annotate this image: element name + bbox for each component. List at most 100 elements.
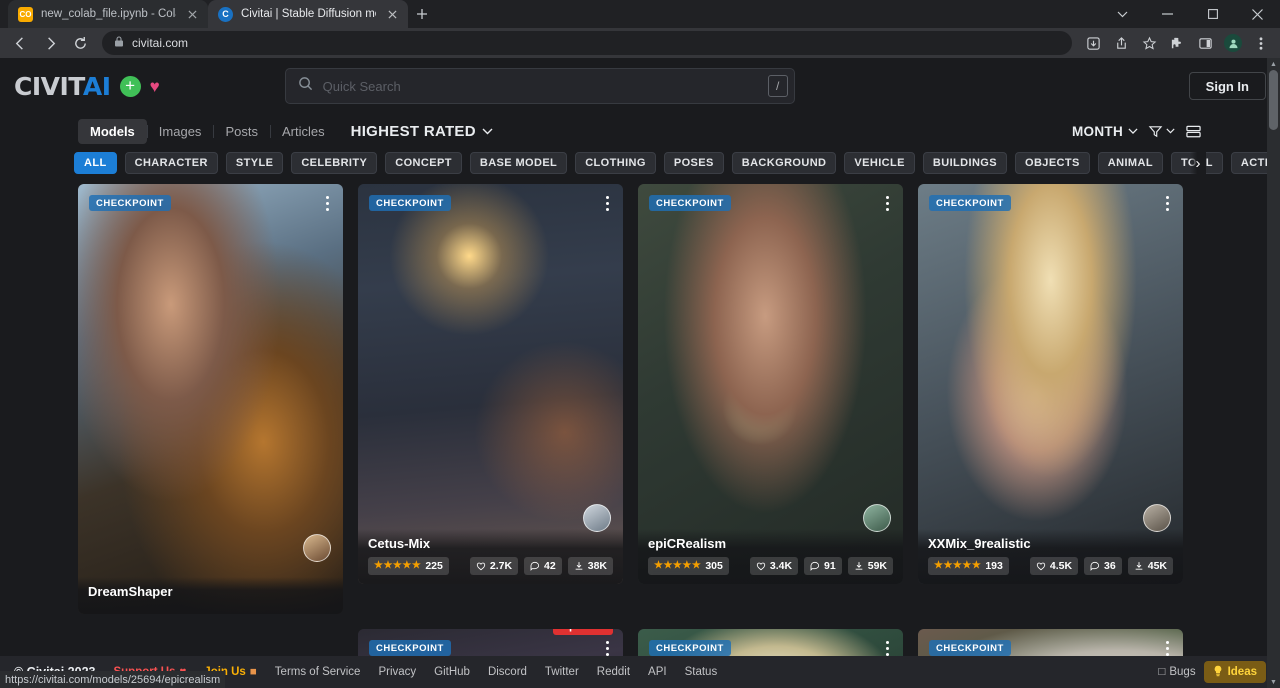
chip-style[interactable]: STYLE (226, 152, 283, 174)
install-app-icon[interactable] (1080, 30, 1106, 56)
chip-clothing[interactable]: CLOTHING (575, 152, 656, 174)
browser-tab-civitai[interactable]: C Civitai | Stable Diffusion models, (208, 0, 408, 28)
model-title: Cetus-Mix (368, 536, 613, 551)
footer-link-twitter[interactable]: Twitter (545, 666, 579, 678)
rating-stars: ★★★★★ (934, 561, 981, 571)
downloads-pill: 38K (568, 557, 613, 575)
footer-link-reddit[interactable]: Reddit (597, 666, 630, 678)
period-dropdown[interactable]: MONTH (1072, 124, 1138, 139)
card-more-menu-icon[interactable] (880, 192, 894, 214)
page-content: CIVITAI + ♥ Quick Search / Sign In Model… (0, 58, 1280, 688)
tab-search-chevron-icon[interactable] (1100, 0, 1145, 28)
heart-icon (476, 561, 486, 571)
sign-in-button[interactable]: Sign In (1189, 72, 1266, 100)
browser-tab-strip: CO new_colab_file.ipynb - Colaborat C Ci… (0, 0, 1280, 28)
category-chips-row[interactable]: ALL CHARACTER STYLE CELEBRITY CONCEPT BA… (0, 148, 1280, 178)
quick-search-box[interactable]: Quick Search / (285, 68, 795, 104)
window-close-icon[interactable] (1235, 0, 1280, 28)
comments-pill: 36 (1084, 557, 1122, 575)
toolbar-actions (1080, 30, 1274, 56)
scroll-up-arrow-icon[interactable]: ▲ (1267, 58, 1280, 70)
footer-link-status[interactable]: Status (685, 666, 718, 678)
creator-avatar[interactable] (863, 504, 891, 532)
bugs-button[interactable]: □ Bugs (1158, 666, 1195, 678)
back-icon[interactable] (6, 29, 34, 57)
footer-link-github[interactable]: GitHub (434, 666, 470, 678)
lightbulb-icon (1213, 665, 1223, 680)
creator-avatar[interactable] (583, 504, 611, 532)
search-icon (298, 76, 313, 96)
chip-animal[interactable]: ANIMAL (1098, 152, 1163, 174)
footer-link-terms-of-service[interactable]: Terms of Service (275, 666, 361, 678)
comments-pill: 91 (804, 557, 842, 575)
chevron-down-icon (1128, 128, 1138, 135)
creator-avatar[interactable] (303, 534, 331, 562)
chip-vehicle[interactable]: VEHICLE (844, 152, 914, 174)
share-icon[interactable] (1108, 30, 1134, 56)
new-tab-button[interactable] (408, 0, 436, 28)
card-more-menu-icon[interactable] (320, 192, 334, 214)
model-card[interactable]: CHECKPOINT Cetus-Mix ★★★★★ 225 2.7K (358, 184, 623, 584)
chip-background[interactable]: BACKGROUND (732, 152, 837, 174)
card-more-menu-icon[interactable] (1160, 192, 1174, 214)
layout-toggle-button[interactable] (1185, 124, 1202, 139)
extensions-puzzle-icon[interactable] (1164, 30, 1190, 56)
tab-models[interactable]: Models (78, 119, 147, 144)
chip-base-model[interactable]: BASE MODEL (470, 152, 567, 174)
page-scrollbar[interactable]: ▲ ▼ (1267, 58, 1280, 688)
model-card[interactable]: CHECKPOINT XXMix_9realistic ★★★★★ 193 4.… (918, 184, 1183, 584)
scrollbar-thumb[interactable] (1269, 70, 1278, 130)
footer-link-discord[interactable]: Discord (488, 666, 527, 678)
tab-close-icon[interactable] (184, 6, 200, 22)
chip-all[interactable]: ALL (74, 152, 117, 174)
model-type-badge: CHECKPOINT (649, 195, 731, 211)
model-type-badge: CHECKPOINT (369, 195, 451, 211)
bookmark-star-icon[interactable] (1136, 30, 1162, 56)
browser-tab-colab[interactable]: CO new_colab_file.ipynb - Colaborat (8, 0, 208, 28)
chip-celebrity[interactable]: CELEBRITY (291, 152, 377, 174)
create-plus-icon[interactable]: + (120, 76, 141, 97)
ideas-button[interactable]: Ideas (1204, 661, 1266, 683)
tab-images[interactable]: Images (147, 119, 214, 144)
chip-character[interactable]: CHARACTER (125, 152, 218, 174)
model-grid: CHECKPOINT DreamShaper CHECKPOINT Cetus-… (0, 184, 1280, 688)
window-maximize-icon[interactable] (1190, 0, 1235, 28)
window-minimize-icon[interactable] (1145, 0, 1190, 28)
rating-pill: ★★★★★ 305 (648, 557, 729, 575)
model-card[interactable]: CHECKPOINT epiCRealism ★★★★★ 305 3.4K (638, 184, 903, 584)
tab-close-icon[interactable] (384, 6, 400, 22)
forward-icon[interactable] (36, 29, 64, 57)
chip-buildings[interactable]: BUILDINGS (923, 152, 1007, 174)
filter-button[interactable] (1148, 124, 1175, 139)
chip-concept[interactable]: CONCEPT (385, 152, 462, 174)
comment-icon (810, 561, 820, 571)
chips-scroll-right-icon[interactable]: › (1190, 148, 1206, 178)
sort-dropdown[interactable]: HIGHEST RATED (351, 123, 493, 140)
creator-avatar[interactable] (1143, 504, 1171, 532)
chip-poses[interactable]: POSES (664, 152, 724, 174)
footer-link-privacy[interactable]: Privacy (378, 666, 416, 678)
model-title: XXMix_9realistic (928, 536, 1173, 551)
civitai-logo[interactable]: CIVITAI + ♥ (14, 72, 160, 101)
side-panel-icon[interactable] (1192, 30, 1218, 56)
model-type-badge: CHECKPOINT (649, 640, 731, 656)
heart-icon (1036, 561, 1046, 571)
footer-link-api[interactable]: API (648, 666, 667, 678)
favorites-heart-icon[interactable]: ♥ (150, 78, 160, 95)
card-more-menu-icon[interactable] (600, 192, 614, 214)
browser-more-menu-icon[interactable] (1248, 30, 1274, 56)
tab-posts[interactable]: Posts (213, 119, 270, 144)
rating-count: 225 (425, 560, 443, 572)
scroll-down-arrow-icon[interactable]: ▼ (1267, 676, 1280, 688)
model-title: DreamShaper (88, 584, 333, 599)
model-card[interactable]: CHECKPOINT DreamShaper (78, 184, 343, 614)
chip-objects[interactable]: OBJECTS (1015, 152, 1090, 174)
search-input[interactable]: Quick Search (323, 79, 758, 94)
reload-icon[interactable] (66, 29, 94, 57)
content-nav-row: Models Images Posts Articles HIGHEST RAT… (0, 114, 1280, 148)
tab-articles[interactable]: Articles (270, 119, 337, 144)
search-shortcut-key: / (768, 75, 788, 97)
address-bar-url: civitai.com (132, 36, 188, 50)
profile-avatar-icon[interactable] (1220, 30, 1246, 56)
address-bar[interactable]: civitai.com (102, 31, 1072, 55)
